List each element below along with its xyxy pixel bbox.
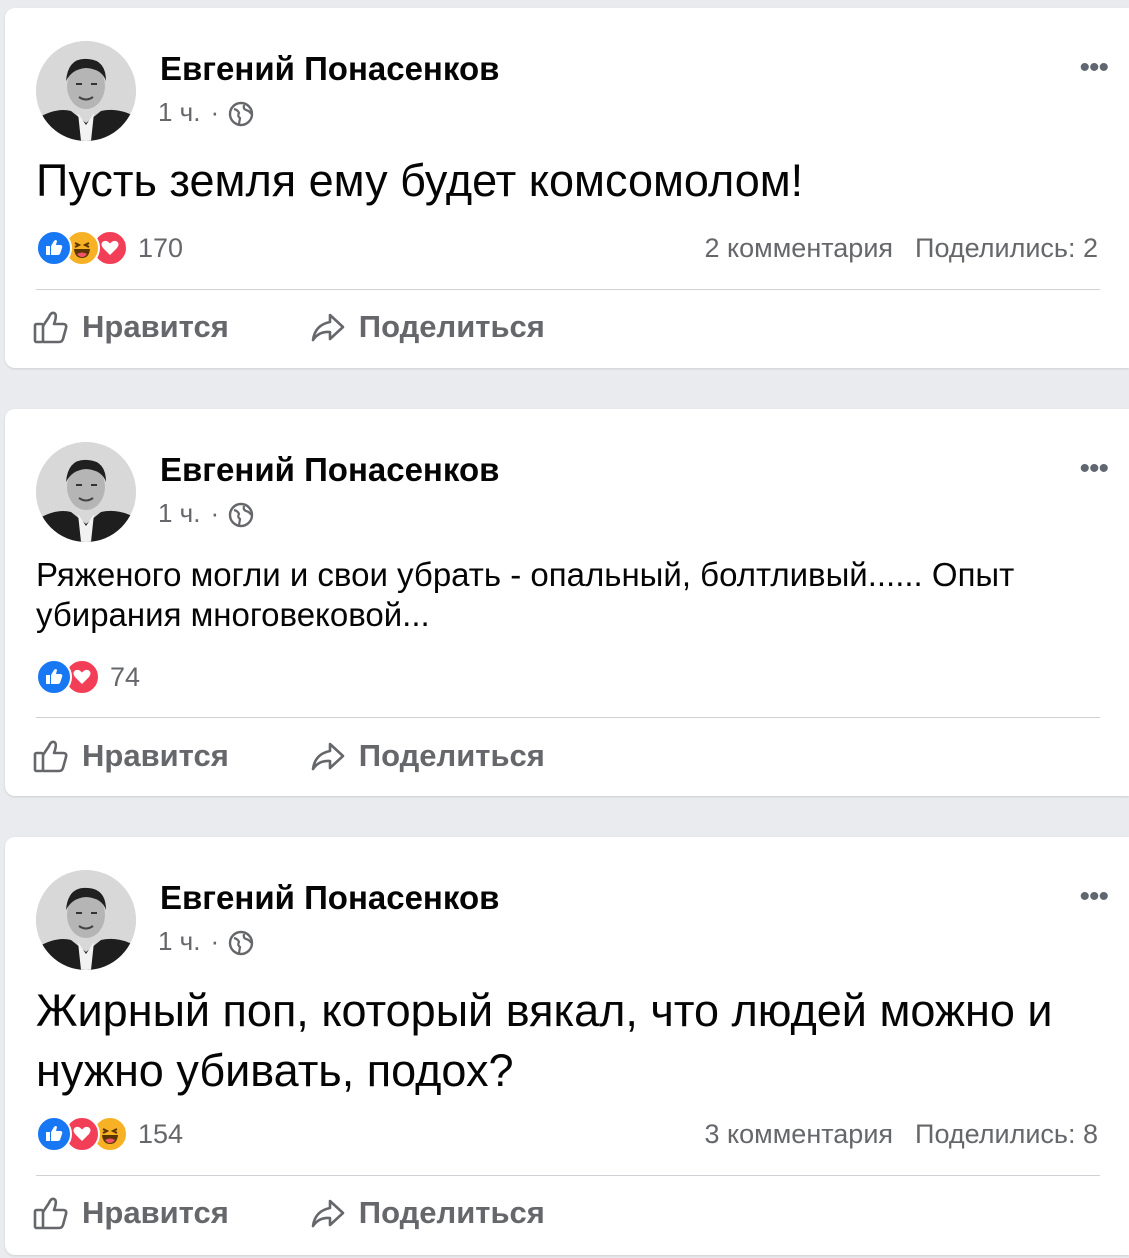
- reaction-icons: [36, 230, 128, 266]
- share-label: Поделиться: [358, 1195, 545, 1230]
- post-meta: 1 ч. ·: [158, 97, 255, 128]
- meta-separator: ·: [210, 926, 220, 956]
- post-time[interactable]: 1 ч.: [158, 498, 200, 529]
- share-label: Поделиться: [358, 309, 545, 344]
- post-card: Евгений Понасенков 1 ч. · ••• Пусть земл…: [5, 8, 1129, 368]
- more-options-icon[interactable]: •••: [1079, 53, 1108, 83]
- like-label: Нравится: [82, 1195, 229, 1230]
- shares-count[interactable]: Поделились: 8: [915, 1119, 1098, 1150]
- comments-count[interactable]: 2 комментария: [705, 233, 894, 264]
- post-meta: 1 ч. ·: [158, 926, 255, 957]
- post-time[interactable]: 1 ч.: [158, 926, 200, 957]
- reaction-count[interactable]: 74: [110, 662, 140, 693]
- avatar[interactable]: [36, 442, 136, 542]
- globe-icon: [227, 100, 255, 128]
- post-card: Евгений Понасенков 1 ч. · ••• Жирный поп…: [5, 837, 1129, 1255]
- share-arrow-icon: [311, 313, 345, 342]
- share-button[interactable]: Поделиться: [309, 308, 545, 346]
- reactions-summary[interactable]: 154 3 комментария Поделились: 8: [36, 1114, 1098, 1154]
- share-button[interactable]: Поделиться: [309, 1194, 545, 1232]
- comments-count[interactable]: 3 комментария: [705, 1119, 894, 1150]
- divider: [36, 1175, 1100, 1176]
- like-label: Нравится: [82, 309, 229, 344]
- post-actions: Нравится Поделиться: [32, 737, 545, 775]
- reactions-summary[interactable]: 74: [36, 657, 1098, 697]
- share-arrow-icon: [311, 1199, 345, 1228]
- more-options-icon[interactable]: •••: [1079, 454, 1108, 484]
- avatar[interactable]: [36, 870, 136, 970]
- reaction-icons: [36, 1116, 128, 1152]
- meta-separator: ·: [210, 97, 220, 127]
- reactions-summary[interactable]: 170 2 комментария Поделились: 2: [36, 228, 1098, 268]
- post-time[interactable]: 1 ч.: [158, 97, 200, 128]
- author-name[interactable]: Евгений Понасенков: [160, 879, 499, 917]
- divider: [36, 717, 1100, 718]
- like-button[interactable]: Нравится: [32, 308, 229, 346]
- meta-separator: ·: [210, 498, 220, 528]
- reaction-count[interactable]: 170: [138, 233, 183, 264]
- thumbs-up-icon: [33, 740, 68, 773]
- post-text: Ряженого могли и свои убрать - опальный,…: [36, 556, 1024, 633]
- post-text: Жирный поп, который вякал, что людей мож…: [36, 985, 1066, 1096]
- like-button[interactable]: Нравится: [32, 737, 229, 775]
- share-label: Поделиться: [358, 738, 545, 773]
- like-reaction-icon: [36, 230, 72, 266]
- post-meta: 1 ч. ·: [158, 498, 255, 529]
- shares-count[interactable]: Поделились: 2: [915, 233, 1098, 264]
- reaction-icons: [36, 659, 100, 695]
- post-stats: 2 комментария Поделились: 2: [705, 233, 1098, 264]
- like-label: Нравится: [82, 738, 229, 773]
- more-options-icon[interactable]: •••: [1079, 882, 1108, 912]
- divider: [36, 289, 1100, 290]
- thumbs-up-icon: [33, 1197, 68, 1230]
- share-button[interactable]: Поделиться: [309, 737, 545, 775]
- share-arrow-icon: [311, 742, 345, 771]
- post-actions: Нравится Поделиться: [32, 1194, 545, 1232]
- thumbs-up-icon: [33, 311, 68, 344]
- like-button[interactable]: Нравится: [32, 1194, 229, 1232]
- like-reaction-icon: [36, 659, 72, 695]
- post-text: Пусть земля ему будет комсомолом!: [36, 155, 804, 206]
- avatar[interactable]: [36, 41, 136, 141]
- post-card: Евгений Понасенков 1 ч. · ••• Ряженого м…: [5, 409, 1129, 796]
- reaction-count[interactable]: 154: [138, 1119, 183, 1150]
- post-stats: 3 комментария Поделились: 8: [705, 1119, 1098, 1150]
- like-reaction-icon: [36, 1116, 72, 1152]
- author-name[interactable]: Евгений Понасенков: [160, 451, 499, 489]
- post-actions: Нравится Поделиться: [32, 308, 545, 346]
- author-name[interactable]: Евгений Понасенков: [160, 50, 499, 88]
- globe-icon: [227, 501, 255, 529]
- globe-icon: [227, 929, 255, 957]
